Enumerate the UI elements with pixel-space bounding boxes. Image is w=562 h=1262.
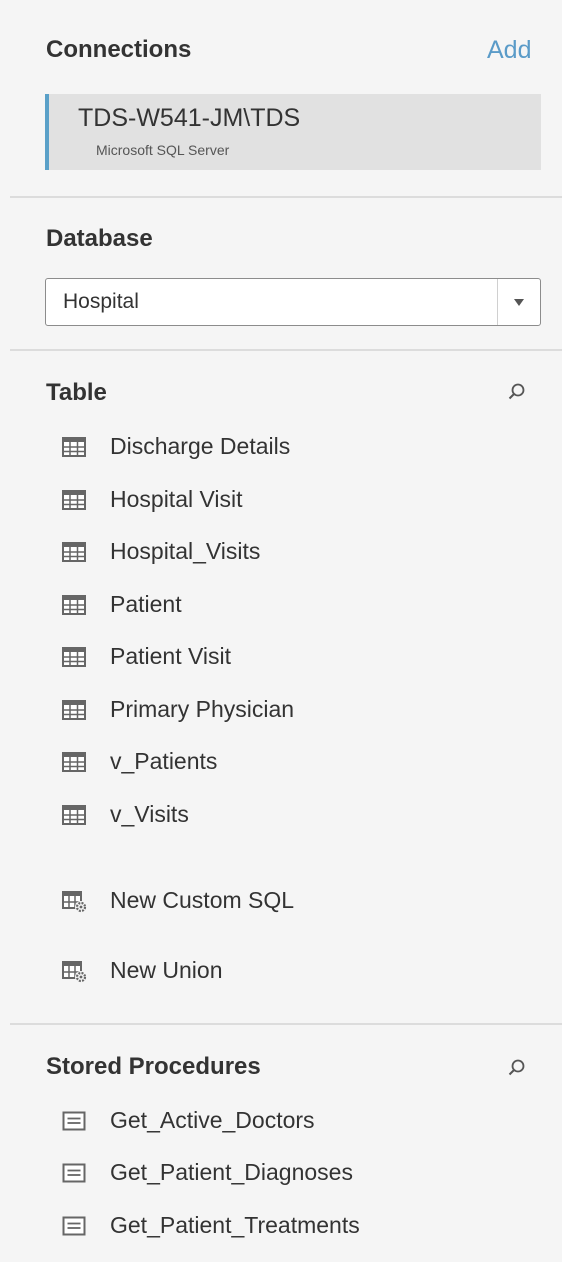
stored-procedure-item[interactable]: Get_Active_Doctors (62, 1105, 532, 1139)
stored-procedure-item-label: Get_Active_Doctors (110, 1107, 315, 1133)
table-action-item[interactable]: New Union (62, 955, 532, 989)
table-icon (62, 804, 86, 826)
add-connection-link[interactable]: Add (487, 36, 531, 65)
search-icon[interactable] (507, 382, 527, 402)
custom-table-gear-icon (62, 890, 87, 913)
table-icon (62, 594, 86, 616)
stored-procedure-item[interactable]: Get_Patient_Diagnoses (62, 1157, 532, 1191)
table-item[interactable]: Hospital_Visits (62, 536, 532, 570)
table-item[interactable]: v_Visits (62, 799, 532, 833)
table-icon (62, 699, 86, 721)
stored-procedure-item-label: Get_Patient_Diagnoses (110, 1159, 353, 1185)
procedure-icon (62, 1162, 86, 1184)
procedure-icon (62, 1215, 86, 1237)
table-icon (62, 489, 86, 511)
stored-procedures-heading: Stored Procedures (46, 1053, 261, 1080)
table-icon (62, 436, 86, 458)
divider (10, 349, 562, 351)
table-action-item-label: New Custom SQL (110, 887, 295, 913)
table-heading: Table (46, 379, 107, 406)
table-icon (62, 646, 86, 668)
procedure-icon (62, 1110, 86, 1132)
table-item-label: Hospital_Visits (110, 538, 261, 564)
table-item[interactable]: Primary Physician (62, 694, 532, 728)
database-select-value: Hospital (63, 290, 139, 313)
stored-procedure-item-label: Get_Patient_Treatments (110, 1212, 360, 1238)
connections-heading: Connections (46, 36, 192, 63)
table-item-label: Hospital Visit (110, 486, 243, 512)
table-action-item[interactable]: New Custom SQL (62, 885, 532, 919)
table-item[interactable]: Discharge Details (62, 431, 532, 465)
table-action-item-label: New Union (110, 957, 223, 983)
table-item[interactable]: Patient (62, 589, 532, 623)
table-item[interactable]: Hospital Visit (62, 484, 532, 518)
table-item-label: v_Visits (110, 801, 189, 827)
custom-table-gear-icon (62, 960, 87, 983)
table-icon (62, 541, 86, 563)
database-heading: Database (46, 225, 153, 252)
chevron-down-icon[interactable] (497, 279, 540, 325)
search-icon[interactable] (507, 1058, 527, 1078)
divider (10, 196, 562, 198)
table-item-label: v_Patients (110, 748, 218, 774)
table-item-label: Patient Visit (110, 643, 232, 669)
table-item-label: Patient (110, 591, 182, 617)
connection-type: Microsoft SQL Server (96, 142, 230, 158)
table-item-label: Primary Physician (110, 696, 295, 722)
divider (10, 1023, 562, 1025)
connection-item[interactable]: TDS-W541-JM\TDS Microsoft SQL Server (45, 94, 541, 170)
stored-procedure-item[interactable]: Get_Patient_Treatments (62, 1210, 532, 1244)
table-item-label: Discharge Details (110, 433, 291, 459)
table-icon (62, 751, 86, 773)
table-item[interactable]: v_Patients (62, 746, 532, 780)
table-item[interactable]: Patient Visit (62, 641, 532, 675)
data-source-panel: Connections Add TDS-W541-JM\TDS Microsof… (0, 0, 562, 1262)
connection-name: TDS-W541-JM\TDS (78, 104, 301, 132)
database-select[interactable]: Hospital (45, 278, 541, 326)
